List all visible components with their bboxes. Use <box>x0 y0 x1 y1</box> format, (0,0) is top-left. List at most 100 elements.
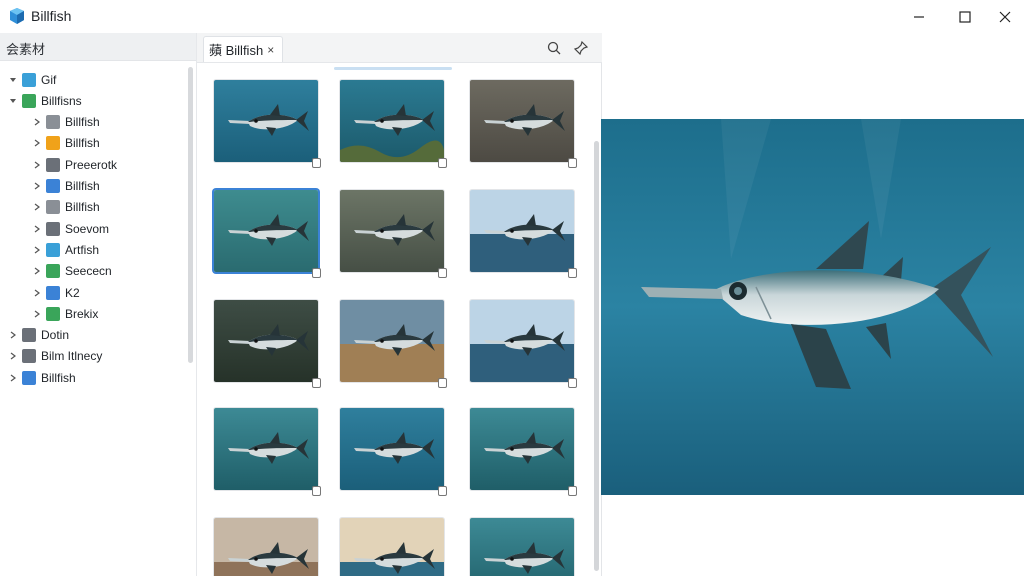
thumbnail[interactable] <box>470 300 574 382</box>
minimize-button[interactable] <box>896 0 942 33</box>
thumbnail-panel: 蘋 Billfish × <box>197 33 602 576</box>
star-icon <box>22 349 36 364</box>
close-icon <box>999 11 1011 22</box>
sidebar-item-label: Billfish <box>65 179 100 193</box>
thumbnail[interactable] <box>214 300 318 382</box>
sidebar: 会素材 Gif Billfisns Billfish Billfish Preeerot… <box>0 33 197 576</box>
list-icon <box>46 200 60 215</box>
sidebar-item-label: Billfisns <box>41 93 82 108</box>
tab-bar: 蘋 Billfish × <box>197 33 602 63</box>
chevron-right-icon[interactable] <box>32 245 42 255</box>
sidebar-item-label: Soevom <box>65 221 110 236</box>
thumbnail[interactable] <box>340 300 444 382</box>
chevron-right-icon[interactable] <box>8 330 18 340</box>
search-button[interactable] <box>546 40 562 56</box>
chevron-right-icon[interactable] <box>32 117 42 127</box>
sidebar-item[interactable]: Billfish <box>8 367 76 388</box>
tab-label: 蘋 Billfish <box>209 43 264 58</box>
thumbnail[interactable] <box>214 190 318 272</box>
sidebar-item[interactable]: Soevom <box>32 218 109 239</box>
chevron-right-icon[interactable] <box>32 288 42 298</box>
folder-orange-icon <box>46 136 60 151</box>
file-type-badge-icon <box>438 486 447 496</box>
sidebar-header[interactable]: 会素材 <box>0 33 196 61</box>
sidebar-item[interactable]: Gif <box>8 69 56 90</box>
sidebar-item-label: Bilm Itlnecy <box>41 349 103 364</box>
chevron-right-icon[interactable] <box>32 224 42 234</box>
app-window: Billfish 会素材 Gif Billfisns Billfish Billfis… <box>0 0 1024 576</box>
sidebar-item[interactable]: Billfish <box>32 176 100 197</box>
grid-scrollbar[interactable] <box>594 141 599 571</box>
thumbnail[interactable] <box>340 518 444 576</box>
file-type-badge-icon <box>312 486 321 496</box>
minimize-icon <box>914 15 924 18</box>
sidebar-item[interactable]: Billfish <box>32 197 100 218</box>
preview-image <box>601 119 1024 495</box>
thumbnail[interactable] <box>470 518 574 576</box>
file-type-badge-icon <box>312 378 321 388</box>
sidebar-item[interactable]: Seececn <box>32 261 112 282</box>
pin-button[interactable] <box>573 40 589 56</box>
file-type-badge-icon <box>312 268 321 278</box>
sidebar-item[interactable]: Bilm Itlnecy <box>8 346 102 367</box>
file-type-badge-icon <box>568 158 577 168</box>
fish-icon <box>46 115 60 130</box>
chevron-right-icon[interactable] <box>32 202 42 212</box>
sidebar-item-label: Gif <box>41 72 57 87</box>
thumbnail[interactable] <box>214 80 318 162</box>
title-bar: Billfish <box>0 0 1024 33</box>
billfish-logo-icon <box>10 8 24 24</box>
chevron-right-icon[interactable] <box>32 138 42 148</box>
maximize-icon <box>959 10 971 23</box>
sidebar-item[interactable]: Artfish <box>32 239 99 260</box>
chevron-right-icon[interactable] <box>32 181 42 191</box>
chevron-right-icon[interactable] <box>32 309 42 319</box>
sidebar-item-label: K2 <box>65 285 80 300</box>
chevron-right-icon[interactable] <box>8 373 18 383</box>
sidebar-item-label: Billfish <box>41 370 76 385</box>
chevron-down-icon[interactable] <box>8 75 18 85</box>
tab-close-icon[interactable]: × <box>267 43 274 57</box>
file-type-badge-icon <box>312 158 321 168</box>
grid-icon <box>46 221 60 236</box>
sidebar-item-label: Preeerotk <box>65 157 118 172</box>
sidebar-item[interactable]: Billfisns <box>8 90 82 111</box>
loading-indicator <box>334 67 452 70</box>
sidebar-item[interactable]: Brekix <box>32 303 98 324</box>
sidebar-item-label: Seececn <box>65 264 112 279</box>
sidebar-item[interactable]: Billfish <box>32 133 100 154</box>
doc-green-icon <box>46 264 60 279</box>
sidebar-item-label: Dotin <box>41 328 70 343</box>
sidebar-item-label: Billfish <box>65 200 100 215</box>
file-type-badge-icon <box>438 268 447 278</box>
sidebar-item-label: Artfish <box>65 242 100 257</box>
sidebar-item-label: Brekix <box>65 306 99 321</box>
thumbnail[interactable] <box>470 190 574 272</box>
app-title: Billfish <box>31 8 72 24</box>
folder-green-icon <box>22 93 36 108</box>
close-button[interactable] <box>982 0 1024 33</box>
tab-billfish[interactable]: 蘋 Billfish × <box>203 36 283 62</box>
pin-icon <box>573 40 589 56</box>
chevron-right-icon[interactable] <box>8 351 18 361</box>
plus-icon <box>22 370 36 385</box>
chevron-down-icon[interactable] <box>8 96 18 106</box>
sidebar-item[interactable]: K2 <box>32 282 80 303</box>
thumbnail[interactable] <box>470 408 574 490</box>
file-type-badge-icon <box>568 378 577 388</box>
sidebar-scrollbar[interactable] <box>188 67 193 363</box>
sidebar-item[interactable]: Preeerotk <box>32 154 117 175</box>
chevron-right-icon[interactable] <box>32 160 42 170</box>
bookmark-blue-icon <box>46 285 60 300</box>
thumbnail[interactable] <box>470 80 574 162</box>
check-green-icon <box>46 306 60 321</box>
chevron-right-icon[interactable] <box>32 266 42 276</box>
sidebar-item[interactable]: Billfish <box>32 112 100 133</box>
gear-icon <box>46 157 60 172</box>
thumbnail[interactable] <box>340 80 444 162</box>
sidebar-item[interactable]: Dotin <box>8 325 69 346</box>
thumbnail[interactable] <box>340 190 444 272</box>
thumbnail[interactable] <box>340 408 444 490</box>
thumbnail[interactable] <box>214 518 318 576</box>
thumbnail[interactable] <box>214 408 318 490</box>
